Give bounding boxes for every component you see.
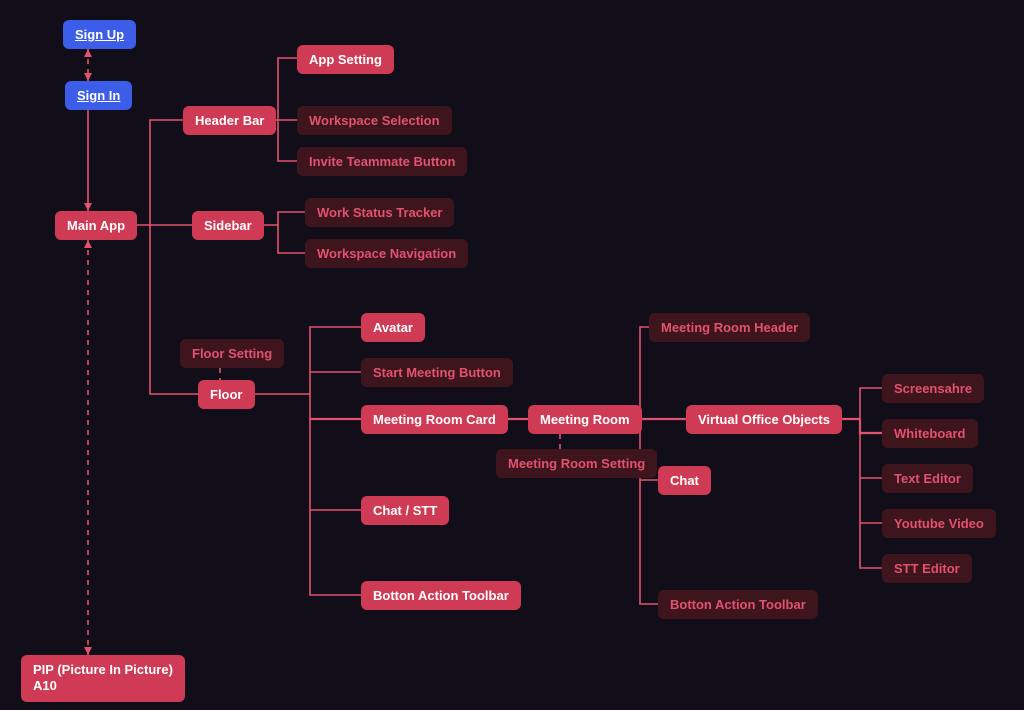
node-sign-in[interactable]: Sign In xyxy=(65,81,132,110)
node-floor[interactable]: Floor xyxy=(198,380,255,409)
node-meeting-room-setting[interactable]: Meeting Room Setting xyxy=(496,449,657,478)
node-meeting-room-header[interactable]: Meeting Room Header xyxy=(649,313,810,342)
node-avatar[interactable]: Avatar xyxy=(361,313,425,342)
node-work-status-tracker[interactable]: Work Status Tracker xyxy=(305,198,454,227)
node-app-setting[interactable]: App Setting xyxy=(297,45,394,74)
node-invite-teammate[interactable]: Invite Teammate Button xyxy=(297,147,467,176)
node-pip[interactable]: PIP (Picture In Picture)A10 xyxy=(21,655,185,702)
node-whiteboard[interactable]: Whiteboard xyxy=(882,419,978,448)
node-start-meeting[interactable]: Start Meeting Button xyxy=(361,358,513,387)
node-floor-setting[interactable]: Floor Setting xyxy=(180,339,284,368)
node-youtube-video[interactable]: Youtube Video xyxy=(882,509,996,538)
node-text-editor[interactable]: Text Editor xyxy=(882,464,973,493)
node-stt-editor[interactable]: STT Editor xyxy=(882,554,972,583)
node-meeting-room[interactable]: Meeting Room xyxy=(528,405,642,434)
node-bottom-toolbar-floor[interactable]: Botton Action Toolbar xyxy=(361,581,521,610)
node-screensahre[interactable]: Screensahre xyxy=(882,374,984,403)
node-sign-up[interactable]: Sign Up xyxy=(63,20,136,49)
node-virtual-office-objects[interactable]: Virtual Office Objects xyxy=(686,405,842,434)
node-chat[interactable]: Chat xyxy=(658,466,711,495)
node-workspace-selection[interactable]: Workspace Selection xyxy=(297,106,452,135)
node-main-app[interactable]: Main App xyxy=(55,211,137,240)
node-chat-stt[interactable]: Chat / STT xyxy=(361,496,449,525)
node-bottom-toolbar-room[interactable]: Botton Action Toolbar xyxy=(658,590,818,619)
node-workspace-navigation[interactable]: Workspace Navigation xyxy=(305,239,468,268)
node-header-bar[interactable]: Header Bar xyxy=(183,106,276,135)
node-meeting-room-card[interactable]: Meeting Room Card xyxy=(361,405,508,434)
node-sidebar[interactable]: Sidebar xyxy=(192,211,264,240)
